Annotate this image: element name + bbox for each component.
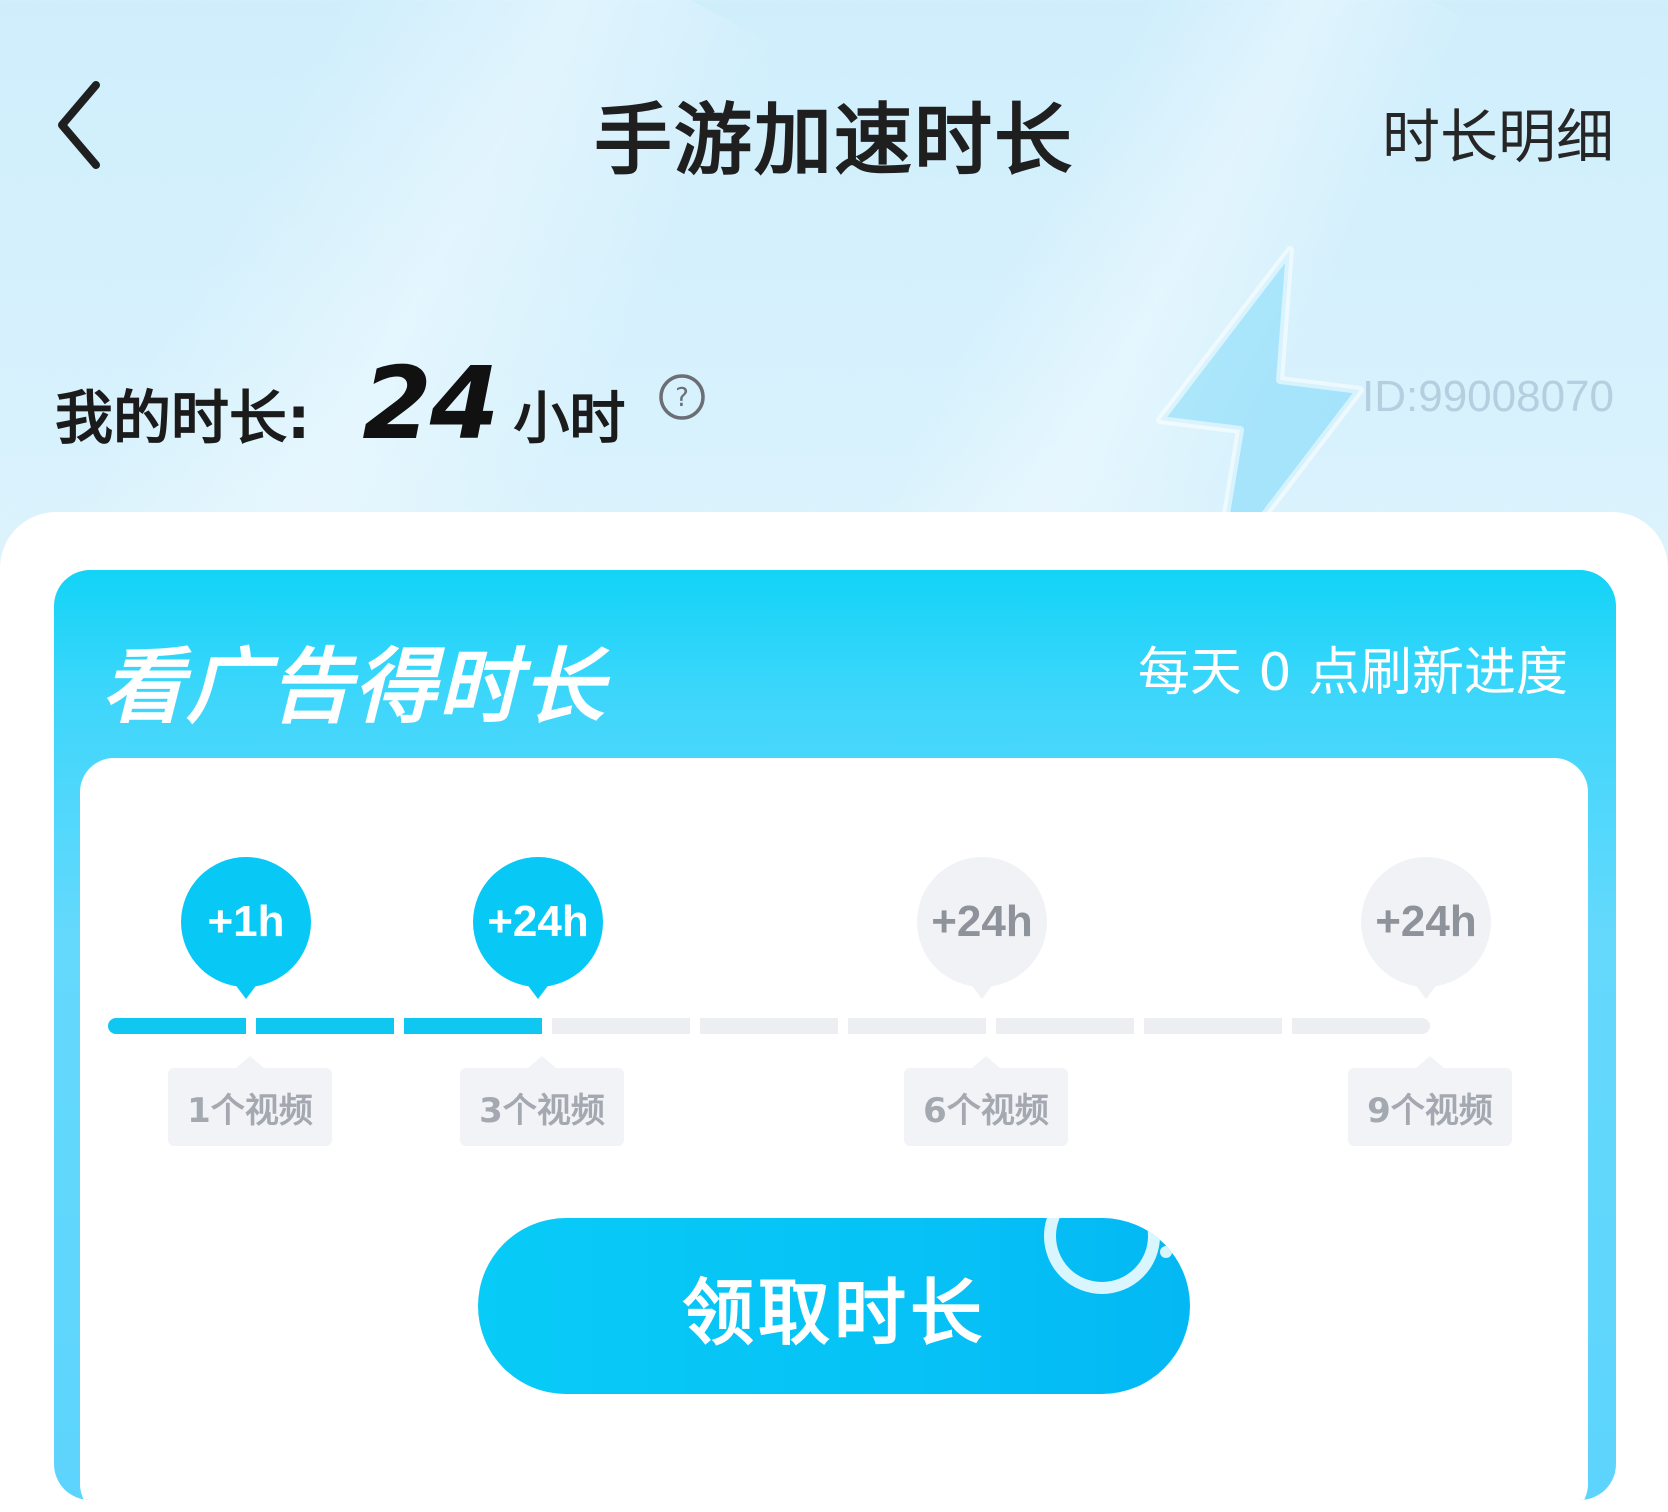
milestone-reward-bubble: +24h: [1361, 857, 1491, 999]
balance-value: 24: [362, 345, 499, 462]
progress-card: +1h +24h +24h +24h 1个视频 3个视频 6个视频 9个视频 领…: [80, 758, 1588, 1500]
milestone-video-label: 1个视频: [168, 1056, 332, 1146]
progress-segment: [256, 1018, 394, 1034]
user-id: ID:99008070: [1362, 372, 1614, 421]
progress-segment-fill: [404, 1018, 542, 1034]
progress-segment: [700, 1018, 838, 1034]
milestone-reward-bubble: +1h: [181, 857, 311, 999]
progress-segment: [848, 1018, 986, 1034]
balance-unit: 小时: [513, 387, 626, 452]
progress-segment: [1144, 1018, 1282, 1034]
milestone-video-label: 9个视频: [1348, 1056, 1512, 1146]
loading-ring-icon: [1044, 1218, 1160, 1294]
progress-segment: [552, 1018, 690, 1034]
balance-label: 我的时长:: [55, 384, 311, 452]
duration-detail-link[interactable]: 时长明细: [1382, 90, 1614, 174]
help-question-icon[interactable]: ?: [658, 373, 706, 421]
milestone-reward-bubble: +24h: [917, 857, 1047, 999]
decor-dot: [1160, 1246, 1172, 1258]
progress-segment: [1292, 1018, 1430, 1034]
progress-segment-fill: [256, 1018, 394, 1034]
ad-card-title: 看广告得时长: [102, 640, 606, 735]
milestone-reward-bubble: +24h: [473, 857, 603, 999]
milestone-video-label: 3个视频: [460, 1056, 624, 1146]
progress-segment-fill: [108, 1018, 246, 1034]
svg-text:?: ?: [675, 383, 689, 413]
claim-duration-button[interactable]: 领取时长: [478, 1218, 1190, 1394]
watch-ad-card: 看广告得时长 每天 0 点刷新进度 +1h +24h +24h +24h 1个视…: [54, 570, 1616, 1500]
progress-track: [108, 1018, 1448, 1034]
balance-row: 我的时长: 24 小时: [55, 345, 625, 462]
refresh-note: 每天 0 点刷新进度: [1137, 643, 1568, 703]
milestone-video-label: 6个视频: [904, 1056, 1068, 1146]
progress-segment: [108, 1018, 246, 1034]
progress-segment: [404, 1018, 542, 1034]
claim-button-label: 领取时长: [681, 1270, 986, 1355]
progress-segment: [996, 1018, 1134, 1034]
